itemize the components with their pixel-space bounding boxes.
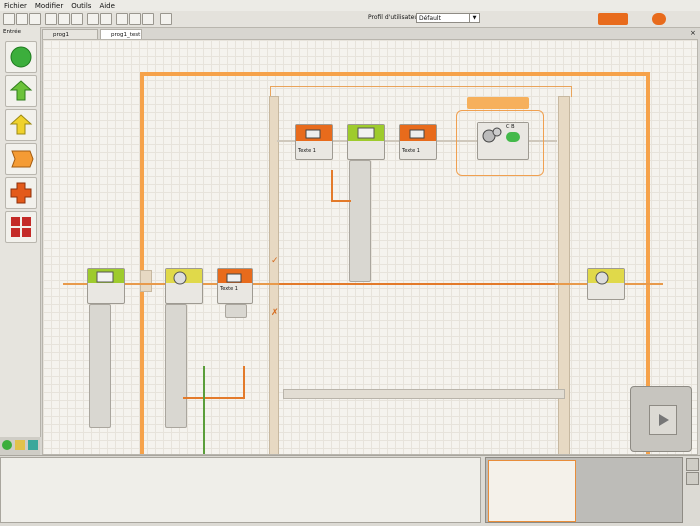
- check-icon: ✓: [271, 256, 279, 266]
- complete-palette-icon[interactable]: [15, 440, 25, 450]
- help-panel: [0, 457, 481, 523]
- tab-prog1[interactable]: prog1: [42, 29, 98, 39]
- red-squares-icon: [11, 217, 31, 237]
- my-block-tabs: [467, 97, 529, 109]
- data-wire: [331, 200, 351, 202]
- open-file-icon[interactable]: [16, 13, 28, 25]
- profile-value: Défault: [419, 15, 441, 22]
- green-arrow-icon: [9, 80, 33, 101]
- text-block[interactable]: Texte 1: [217, 268, 253, 304]
- display-icon: [96, 271, 114, 283]
- copy-icon[interactable]: [58, 13, 70, 25]
- minimap-viewport[interactable]: [488, 460, 576, 522]
- play-icon: [659, 414, 669, 426]
- close-icon[interactable]: ×: [690, 30, 697, 37]
- tab-prog1-test[interactable]: prog1_test: [100, 29, 142, 39]
- orange-flag-icon: [11, 150, 34, 168]
- briefcase-icon: [409, 129, 425, 139]
- logic-wire: [203, 366, 205, 454]
- menu-tools[interactable]: Outils: [71, 2, 91, 10]
- display-data-hub-top: [349, 160, 371, 282]
- gear-icon: [595, 271, 609, 285]
- pointer-tool-icon[interactable]: [116, 13, 128, 25]
- data-wire: [331, 170, 333, 202]
- gear-icon: [173, 271, 187, 285]
- receive-data-hub: [165, 304, 187, 428]
- new-file-icon[interactable]: [3, 13, 15, 25]
- common-palette-icon[interactable]: [2, 440, 12, 450]
- menu-help[interactable]: Aide: [99, 2, 114, 10]
- data-wire: [243, 366, 245, 398]
- menu-bar: Fichier Modifier Outils Aide: [0, 0, 700, 11]
- custom-palette-tab-icon[interactable]: [28, 440, 38, 450]
- display-data-hub: [89, 304, 111, 428]
- tab-label: prog1_test: [111, 32, 141, 38]
- paste-icon[interactable]: [71, 13, 83, 25]
- text-block-top-right[interactable]: Texte 1: [399, 124, 437, 160]
- text-block-label: Texte 1: [298, 148, 316, 154]
- green-circle-icon: [506, 132, 520, 142]
- green-circle-icon: [10, 46, 32, 68]
- switch-beam-left: [269, 96, 279, 454]
- palette-tabs: [0, 437, 40, 455]
- action-block-button[interactable]: [5, 109, 37, 141]
- orange-cross-icon: [10, 182, 32, 204]
- comment-tool-icon[interactable]: [142, 13, 154, 25]
- sensor-block-button[interactable]: [5, 143, 37, 175]
- start-block-button[interactable]: [5, 41, 37, 73]
- help-button[interactable]: [652, 13, 666, 25]
- block-palette: Entrée: [0, 27, 41, 437]
- loop-beam: [140, 270, 152, 292]
- text-block-label: Texte 1: [402, 148, 420, 154]
- display-block[interactable]: [87, 268, 125, 304]
- receive-block-right[interactable]: [587, 268, 625, 300]
- cut-icon[interactable]: [45, 13, 57, 25]
- toolbar: Profil d'utilisateur : Défault ▼: [0, 11, 700, 28]
- menu-file[interactable]: Fichier: [4, 2, 27, 10]
- play-button[interactable]: [649, 405, 677, 435]
- minimap[interactable]: [485, 457, 683, 523]
- data-wire: [279, 283, 555, 285]
- my-block[interactable]: C B: [477, 122, 529, 160]
- cross-icon: ✗: [271, 308, 279, 318]
- brick-button[interactable]: [598, 13, 628, 25]
- menu-edit[interactable]: Modifier: [35, 2, 63, 10]
- briefcase-icon: [226, 273, 242, 283]
- text-block-label: Texte 1: [220, 286, 238, 292]
- chevron-down-icon[interactable]: ▼: [469, 14, 479, 22]
- briefcase-icon: [305, 129, 321, 139]
- advanced-block-button[interactable]: [5, 211, 37, 243]
- my-block-label: C B: [506, 124, 515, 130]
- program-canvas[interactable]: Texte 1 Texte 1 Texte 1 C B ✓ ✗: [42, 39, 698, 455]
- text-block-top-left[interactable]: Texte 1: [295, 124, 333, 160]
- display-block-top[interactable]: [347, 124, 385, 160]
- profile-select[interactable]: Défault ▼: [416, 13, 480, 23]
- switch-beam-right: [558, 96, 570, 454]
- zoom-icon[interactable]: [686, 472, 699, 485]
- move-block-button[interactable]: [5, 75, 37, 107]
- sequence-beam-bottom: [283, 389, 565, 399]
- data-wire: [183, 397, 245, 399]
- custom-palette-icon[interactable]: [160, 13, 172, 25]
- undo-icon[interactable]: [87, 13, 99, 25]
- tab-label: prog1: [53, 32, 69, 38]
- display-icon: [357, 127, 375, 139]
- flow-block-button[interactable]: [5, 177, 37, 209]
- yellow-arrow-icon: [9, 114, 33, 135]
- receive-block[interactable]: [165, 268, 203, 304]
- help-icon[interactable]: [686, 458, 699, 471]
- gears-icon: [482, 127, 502, 143]
- save-file-icon[interactable]: [29, 13, 41, 25]
- redo-icon[interactable]: [100, 13, 112, 25]
- navigation-pad[interactable]: [630, 386, 692, 452]
- palette-title: Entrée: [3, 29, 22, 35]
- pan-tool-icon[interactable]: [129, 13, 141, 25]
- text-data-hub: [225, 304, 247, 318]
- switch-frame: [270, 86, 572, 97]
